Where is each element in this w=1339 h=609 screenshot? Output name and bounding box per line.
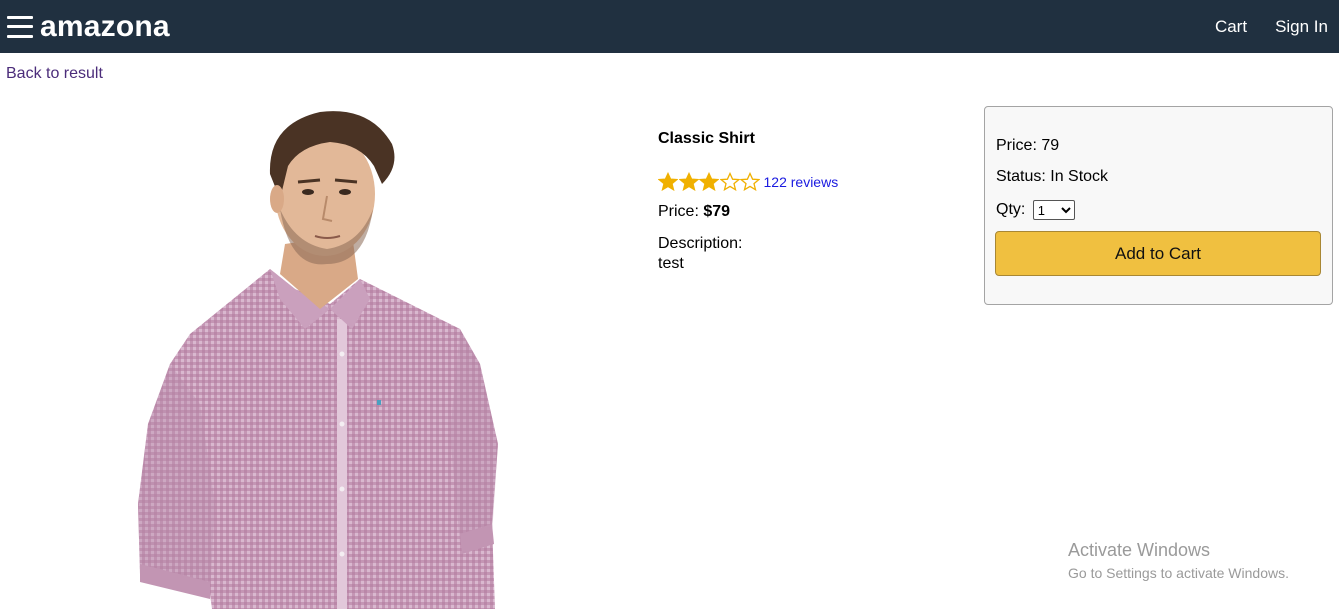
price-label: Price: <box>658 203 704 220</box>
header-nav: Cart Sign In <box>1187 17 1328 37</box>
stock-status: Status: In Stock <box>996 168 1109 185</box>
description-text: test <box>658 255 684 272</box>
star-empty-icon <box>740 172 760 191</box>
watermark-title: Activate Windows <box>1068 540 1211 560</box>
back-to-result-link[interactable]: Back to result <box>6 65 103 83</box>
brand-area: amazona <box>7 10 170 44</box>
cart-price: Price: 79 <box>996 137 1060 154</box>
star-filled-icon <box>699 172 719 191</box>
product-info: Classic Shirt 122 reviews Price: $79 Des… <box>658 130 958 273</box>
top-navbar: amazona Cart Sign In <box>0 0 1339 53</box>
qty-label: Qty: <box>996 201 1026 219</box>
star-empty-icon <box>719 172 740 191</box>
watermark-subtitle: Go to Settings to activate Windows. <box>1068 565 1289 581</box>
star-filled-icon <box>678 172 699 191</box>
rating-stars <box>658 172 761 191</box>
qty-select[interactable]: 1 <box>1032 200 1075 220</box>
description-label: Description: <box>658 235 743 252</box>
product-image <box>130 104 510 609</box>
add-to-cart-card: Price: 79 Status: In Stock Qty: 1 Add to… <box>984 106 1333 305</box>
product-price: Price: $79 <box>658 203 958 221</box>
shirt-model-photo <box>138 111 498 609</box>
reviews-link[interactable]: 122 reviews <box>764 174 839 190</box>
cart-link[interactable]: Cart <box>1215 17 1247 37</box>
product-rating: 122 reviews <box>658 172 958 191</box>
hamburger-menu-icon[interactable] <box>7 15 33 38</box>
product-title: Classic Shirt <box>658 130 755 147</box>
sign-in-link[interactable]: Sign In <box>1275 17 1328 37</box>
star-filled-icon <box>658 172 678 191</box>
brand-logo-link[interactable]: amazona <box>40 10 170 44</box>
windows-activation-watermark: Activate Windows Go to Settings to activ… <box>1068 540 1289 581</box>
add-to-cart-button[interactable]: Add to Cart <box>995 231 1321 276</box>
qty-row: Qty: 1 <box>996 200 1075 220</box>
price-value: $79 <box>703 203 731 220</box>
